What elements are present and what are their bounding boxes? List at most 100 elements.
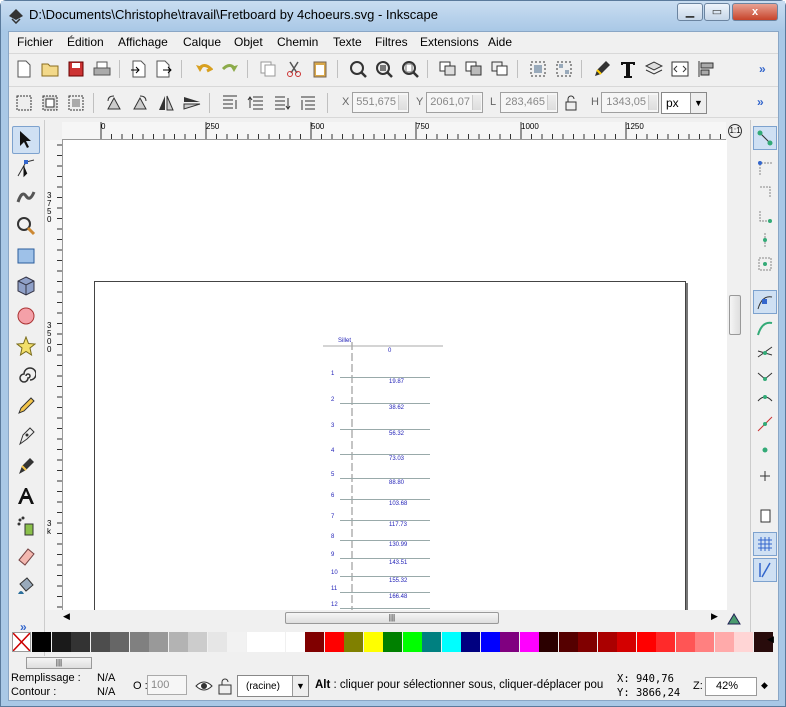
text-font-button[interactable]: [617, 58, 639, 80]
color-swatch[interactable]: [90, 632, 110, 652]
text-tool[interactable]: [12, 482, 40, 510]
align-distribute-button[interactable]: [695, 58, 717, 80]
zoom-field[interactable]: 42%: [705, 677, 757, 696]
color-swatch[interactable]: [714, 632, 734, 652]
print-button[interactable]: [91, 58, 113, 80]
color-swatch[interactable]: [597, 632, 617, 652]
raise-button[interactable]: [245, 92, 267, 114]
color-swatch[interactable]: [324, 632, 344, 652]
color-swatch[interactable]: [383, 632, 402, 652]
color-swatch[interactable]: [344, 632, 363, 652]
deselect-button[interactable]: [65, 92, 87, 114]
lower-button[interactable]: [271, 92, 293, 114]
color-swatch[interactable]: [32, 632, 51, 652]
node-tool[interactable]: [12, 154, 40, 182]
duplicate-button[interactable]: [437, 58, 459, 80]
snap-smooth-nodes-toggle[interactable]: [753, 388, 777, 412]
color-swatch[interactable]: [110, 632, 129, 652]
title-bar[interactable]: D:\Documents\Christophe\travail\Fretboar…: [1, 1, 785, 31]
zoom-drawing-button[interactable]: [373, 58, 395, 80]
width-field[interactable]: 283,465: [500, 92, 558, 113]
pen-tool[interactable]: [12, 422, 40, 450]
color-swatch[interactable]: [402, 632, 422, 652]
snap-paths-toggle[interactable]: [753, 316, 777, 340]
color-swatch[interactable]: [188, 632, 207, 652]
snap-page-border-toggle[interactable]: [753, 504, 777, 528]
zoom-selection-button[interactable]: [347, 58, 369, 80]
rectangle-tool[interactable]: [12, 242, 40, 270]
star-tool[interactable]: [12, 332, 40, 360]
vertical-scrollbar[interactable]: [727, 140, 743, 610]
redo-button[interactable]: [219, 58, 241, 80]
horizontal-ruler[interactable]: 0 250 500 750 1000 1250: [62, 122, 728, 140]
ungroup-button[interactable]: [553, 58, 575, 80]
zoom-correction-button[interactable]: 1:1: [726, 122, 744, 140]
color-swatch[interactable]: [129, 632, 149, 652]
maximize-button[interactable]: ▭: [704, 3, 730, 21]
menu-affichage[interactable]: Affichage: [118, 35, 168, 49]
eraser-tool[interactable]: [12, 542, 40, 570]
rotate-cw-button[interactable]: [129, 92, 151, 114]
menu-chemin[interactable]: Chemin: [277, 35, 318, 49]
snap-midpoints-toggle[interactable]: [753, 412, 777, 436]
color-swatch[interactable]: [363, 632, 383, 652]
no-paint-swatch[interactable]: [12, 632, 31, 652]
copy-button[interactable]: [257, 58, 279, 80]
color-swatch[interactable]: [480, 632, 500, 652]
menu-fichier[interactable]: Fichier: [17, 35, 53, 49]
snap-cusp-nodes-toggle[interactable]: [753, 364, 777, 388]
lock-proportions-button[interactable]: [560, 92, 582, 114]
menu-texte[interactable]: Texte: [333, 35, 362, 49]
snap-rotation-center-toggle[interactable]: [753, 464, 777, 488]
color-swatch[interactable]: [422, 632, 441, 652]
close-button[interactable]: x: [732, 3, 778, 21]
y-field[interactable]: 2061,07: [426, 92, 483, 113]
snap-object-center-toggle[interactable]: [753, 438, 777, 462]
ellipse-tool[interactable]: [12, 302, 40, 330]
command-bar-overflow[interactable]: »: [759, 62, 766, 76]
color-swatch[interactable]: [266, 632, 285, 652]
snap-bbox-center-toggle[interactable]: [753, 252, 777, 276]
tweak-tool[interactable]: [12, 182, 40, 210]
color-swatch[interactable]: [305, 632, 324, 652]
color-swatch[interactable]: [51, 632, 71, 652]
drawing-canvas[interactable]: Sillet 0 1 19.87 2 38.62 3 56.32 4 73.03 5 88.80 6…: [63, 140, 727, 610]
menu-aide[interactable]: Aide: [488, 35, 512, 49]
unlink-clone-button[interactable]: [489, 58, 511, 80]
color-swatch[interactable]: [578, 632, 597, 652]
fill-value[interactable]: N/A: [97, 672, 115, 684]
color-swatch[interactable]: [168, 632, 188, 652]
zoom-spinner-icon[interactable]: ◆: [761, 680, 768, 691]
horizontal-scrollbar[interactable]: ◀ ||| ▶: [63, 610, 727, 626]
import-button[interactable]: [127, 58, 149, 80]
calligraphy-tool[interactable]: [12, 452, 40, 480]
snap-nodes-toggle[interactable]: [753, 290, 777, 314]
color-swatch[interactable]: [558, 632, 578, 652]
menu-filtres[interactable]: Filtres: [375, 35, 408, 49]
snap-enable-toggle[interactable]: [753, 126, 777, 150]
palette-menu-icon[interactable]: ◀: [767, 634, 774, 645]
color-swatch[interactable]: [149, 632, 168, 652]
menu-calque[interactable]: Calque: [183, 35, 221, 49]
layer-lock-icon[interactable]: [217, 677, 233, 695]
x-field[interactable]: 551,675: [352, 92, 409, 113]
cut-button[interactable]: [283, 58, 305, 80]
menu-objet[interactable]: Objet: [234, 35, 263, 49]
spray-tool[interactable]: [12, 512, 40, 540]
open-button[interactable]: [39, 58, 61, 80]
select-all-button[interactable]: [13, 92, 35, 114]
color-swatch[interactable]: [207, 632, 227, 652]
snap-bbox-midpoint-toggle[interactable]: [753, 228, 777, 252]
color-swatch[interactable]: [539, 632, 558, 652]
menu-extensions[interactable]: Extensions: [420, 35, 479, 49]
rotate-ccw-button[interactable]: [103, 92, 125, 114]
fill-stroke-button[interactable]: [591, 58, 613, 80]
eye-visibility-icon[interactable]: [195, 677, 213, 695]
snap-guides-toggle[interactable]: [753, 558, 777, 582]
selector-tool[interactable]: [12, 126, 40, 154]
snap-bbox-edge-toggle[interactable]: [753, 180, 777, 204]
current-layer-select[interactable]: (racine) ▼: [237, 675, 309, 697]
paste-button[interactable]: [309, 58, 331, 80]
layers-button[interactable]: [643, 58, 665, 80]
snap-bbox-toggle[interactable]: [753, 156, 777, 180]
